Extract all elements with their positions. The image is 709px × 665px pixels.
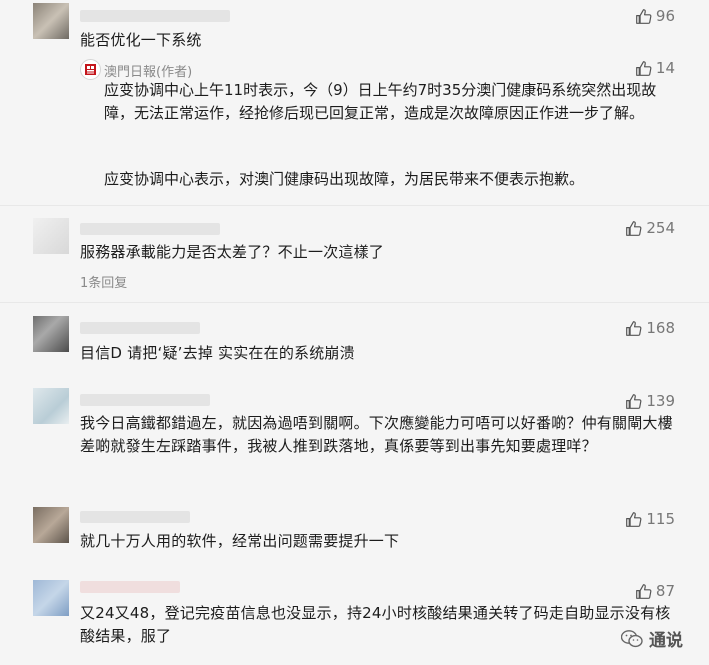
comment-text: 又24又48，登记完疫苗信息也没显示，持24小时核酸结果通关转了码走自助显示没有… — [80, 604, 671, 645]
comment-text: 我今日高鐵都錯過左，就因為過唔到關啊。下次應變能力可唔可以好番啲？仲有關閘大樓差… — [80, 414, 673, 455]
reply-paragraph: 应变协调中心上午11时表示，今（9）日上午约7时35分澳门健康码系统突然出现故障… — [104, 81, 657, 122]
like-count: 87 — [655, 582, 675, 600]
username[interactable] — [80, 10, 230, 22]
like-count: 14 — [655, 59, 675, 77]
like-button[interactable]: 96 — [635, 7, 675, 25]
like-button[interactable]: 254 — [625, 219, 675, 237]
like-button[interactable]: 87 — [635, 582, 675, 600]
avatar[interactable] — [33, 218, 69, 254]
avatar[interactable] — [33, 580, 69, 616]
like-count: 96 — [655, 7, 675, 25]
watermark-text: 通说 — [649, 631, 683, 651]
username[interactable] — [80, 511, 190, 523]
like-button[interactable]: 139 — [625, 392, 675, 410]
wechat-logo-icon — [621, 629, 643, 647]
username[interactable] — [80, 581, 180, 593]
like-count: 115 — [646, 510, 675, 528]
avatar[interactable] — [33, 316, 69, 352]
avatar[interactable] — [33, 388, 69, 424]
divider — [0, 205, 709, 206]
thumbs-up-icon — [636, 60, 652, 76]
like-button[interactable]: 115 — [625, 510, 675, 528]
comment-text: 能否优化一下系统 — [80, 31, 202, 49]
newspaper-logo-icon — [80, 59, 101, 80]
like-count: 168 — [646, 319, 675, 337]
comment-text: 服務器承載能力是否太差了？不止一次這樣了 — [80, 243, 385, 261]
avatar[interactable] — [33, 507, 69, 543]
view-replies-link[interactable]: 1条回复 — [80, 272, 127, 291]
thumbs-up-icon — [626, 511, 642, 527]
username[interactable] — [80, 394, 210, 406]
watermark: 通说 — [621, 626, 683, 651]
like-button[interactable]: 14 — [635, 59, 675, 77]
thumbs-up-icon — [626, 320, 642, 336]
comment-text: 目信D 请把‘疑’去掉 实实在在的系统崩溃 — [80, 344, 355, 362]
author-name[interactable]: 澳門日報(作者) — [104, 61, 192, 80]
reply-paragraph: 应变协调中心表示，对澳门健康码出现故障，为居民带来不便表示抱歉。 — [104, 170, 585, 188]
username[interactable] — [80, 223, 220, 235]
thumbs-up-icon — [626, 393, 642, 409]
username[interactable] — [80, 322, 200, 334]
like-count: 139 — [646, 392, 675, 410]
thumbs-up-icon — [626, 220, 642, 236]
like-button[interactable]: 168 — [625, 319, 675, 337]
thumbs-up-icon — [636, 8, 652, 24]
avatar[interactable] — [33, 3, 69, 39]
like-count: 254 — [646, 219, 675, 237]
thumbs-up-icon — [636, 583, 652, 599]
comment-text: 就几十万人用的软件，经常出问题需要提升一下 — [80, 532, 400, 550]
divider — [0, 302, 709, 303]
